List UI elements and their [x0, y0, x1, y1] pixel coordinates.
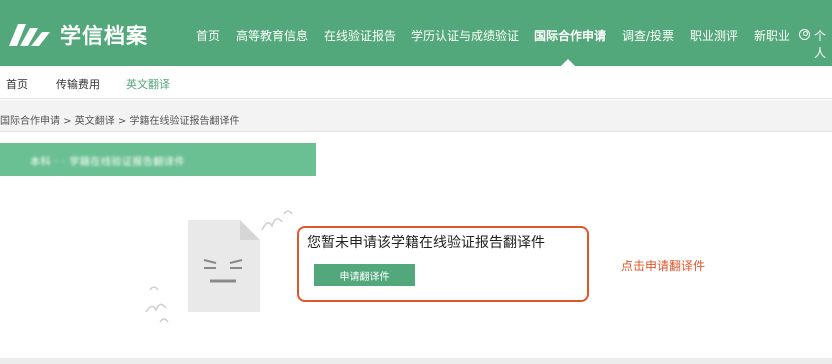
subnav-item-home[interactable]: 首页: [6, 76, 28, 92]
record-banner-text: 本科 · · 学籍在线验证报告翻译件: [30, 157, 185, 168]
decorative-squiggle-icon: [261, 210, 293, 231]
apply-translation-button[interactable]: 申请翻译件: [314, 264, 415, 286]
bottom-divider: [0, 358, 832, 364]
empty-state-message: 您暂未申请该学籍在线验证报告翻译件: [307, 235, 545, 251]
nav-item-international[interactable]: 国际合作申请: [534, 27, 606, 44]
user-icon[interactable]: [799, 29, 810, 40]
nav-item-survey[interactable]: 调查/投票: [622, 27, 674, 44]
user-label[interactable]: 个人: [814, 27, 832, 61]
nav-item-home[interactable]: 首页: [196, 27, 220, 44]
brand-name: 学信档案: [60, 24, 148, 48]
top-navbar: 学信档案 首页 高等教育信息 在线验证报告 学历认证与成绩验证 国际合作申请 调…: [0, 0, 832, 66]
sub-navbar: 首页 传输费用 英文翻译: [0, 66, 832, 99]
breadcrumb: 国际合作申请 > 英文翻译 > 学籍在线验证报告翻译件: [0, 116, 240, 127]
subnav-item-translation[interactable]: 英文翻译: [126, 76, 170, 92]
empty-document-icon: [188, 220, 260, 312]
annotation-hint: 点击申请翻译件: [621, 259, 706, 273]
decorative-squiggle-icon: [145, 286, 169, 323]
brand-logo[interactable]: 学信档案: [6, 20, 148, 50]
nav-item-new-career[interactable]: 新职业: [754, 27, 790, 44]
active-nav-caret-icon: [561, 59, 575, 66]
record-banner: 本科 · · 学籍在线验证报告翻译件: [0, 143, 316, 176]
subnav-item-fees[interactable]: 传输费用: [56, 76, 100, 92]
nav-item-degree-certification[interactable]: 学历认证与成绩验证: [411, 27, 519, 44]
logo-wing-icon: [9, 24, 50, 46]
nav-item-higher-education[interactable]: 高等教育信息: [236, 27, 308, 44]
nav-item-career-test[interactable]: 职业测评: [690, 27, 738, 44]
nav-item-online-verification[interactable]: 在线验证报告: [324, 27, 396, 44]
breadcrumb-bar: 国际合作申请 > 英文翻译 > 学籍在线验证报告翻译件: [0, 100, 832, 132]
